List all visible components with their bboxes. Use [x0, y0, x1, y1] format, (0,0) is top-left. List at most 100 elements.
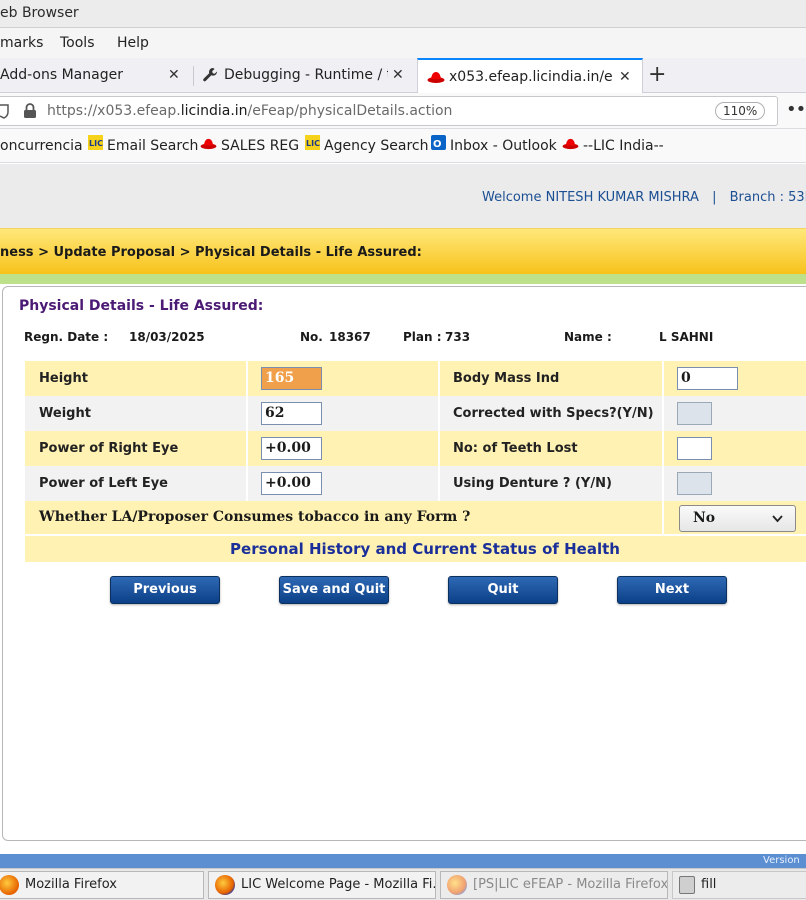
taskbar-label: fill	[701, 877, 717, 892]
form-row-tobacco: Whether LA/Proposer Consumes tobacco in …	[25, 501, 806, 534]
form-row-left-eye: Power of Left Eye +0.00 Using Denture ? …	[25, 466, 806, 501]
weight-input[interactable]: 62	[261, 402, 322, 425]
plan-value: 733	[445, 330, 471, 344]
tobacco-label: Whether LA/Proposer Consumes tobacco in …	[39, 509, 471, 525]
bookmark-concurrencia[interactable]: oncurrencia	[0, 129, 83, 163]
physical-details-panel: Physical Details - Life Assured: Regn. D…	[2, 286, 806, 841]
url-path: /eFeap/physicalDetails.action	[247, 103, 453, 119]
denture-label: Using Denture ? (Y/N)	[453, 476, 612, 491]
window-title-bar: eb Browser	[0, 0, 806, 28]
column-divider	[246, 466, 248, 501]
bookmark-label: Email Search	[107, 138, 199, 154]
bookmark-lic-india[interactable]: --LIC India--	[562, 129, 664, 163]
column-divider	[662, 466, 664, 501]
column-divider	[438, 466, 440, 501]
right-eye-label: Power of Right Eye	[39, 441, 179, 456]
page-content: Welcome NITESH KUMAR MISHRA | Branch : 5…	[0, 164, 806, 854]
form-row-height: Height 165 Body Mass Ind 0	[25, 361, 806, 396]
bookmark-inbox-outlook[interactable]: O Inbox - Outlook	[431, 129, 557, 163]
left-eye-input[interactable]: +0.00	[261, 472, 322, 495]
breadcrumb-band: ness > Update Proposal > Physical Detail…	[0, 228, 806, 274]
menu-bookmarks[interactable]: marks	[0, 28, 43, 58]
save-and-quit-button[interactable]: Save and Quit	[279, 576, 389, 604]
next-button[interactable]: Next	[617, 576, 727, 604]
url-prefix: https://x053.efeap.	[47, 103, 181, 119]
quit-button[interactable]: Quit	[448, 576, 558, 604]
taskbar-item-fill[interactable]: fill	[672, 871, 806, 899]
taskbar-item-lic-welcome[interactable]: LIC Welcome Page - Mozilla Fi...	[208, 871, 436, 899]
close-icon[interactable]: ✕	[168, 58, 180, 92]
taskbar-label: [PS|LIC eFEAP - Mozilla Firefox]	[473, 877, 668, 892]
menu-help[interactable]: Help	[117, 28, 149, 58]
plan-label: Plan :	[403, 330, 442, 344]
close-icon[interactable]: ✕	[392, 58, 404, 92]
new-tab-button[interactable]: +	[648, 58, 666, 91]
bookmark-label: Agency Search	[324, 138, 429, 154]
tab-label: Add-ons Manager	[0, 67, 123, 83]
header-separator: |	[712, 190, 717, 205]
form-row-weight: Weight 62 Corrected with Specs?(Y/N)	[25, 396, 806, 431]
firefox-icon	[0, 874, 19, 895]
column-divider	[246, 361, 248, 396]
svg-text:LIC: LIC	[89, 139, 103, 148]
bookmarks-toolbar: oncurrencia LIC Email Search SALES REG LI…	[0, 129, 806, 163]
taskbar-item-mozilla-firefox[interactable]: Mozilla Firefox	[0, 871, 204, 899]
proposal-no-value: 18367	[329, 330, 371, 344]
taskbar-item-lic-efeap[interactable]: [PS|LIC eFEAP - Mozilla Firefox]	[440, 871, 668, 899]
tab-addons-manager[interactable]: Add-ons Manager ✕	[0, 58, 192, 93]
denture-input[interactable]	[677, 472, 712, 495]
firefox-icon	[447, 874, 467, 895]
weight-label: Weight	[39, 406, 91, 421]
bookmark-label: --LIC India--	[583, 138, 664, 154]
column-divider	[438, 361, 440, 396]
more-options-icon[interactable]: •••	[786, 93, 806, 127]
chevron-down-icon	[772, 506, 783, 531]
name-label: Name :	[564, 330, 612, 344]
teeth-lost-input[interactable]	[677, 437, 712, 460]
welcome-text: Welcome NITESH KUMAR MISHRA	[482, 190, 699, 205]
bmi-input[interactable]: 0	[677, 367, 738, 390]
regn-date-label: Regn. Date :	[24, 330, 109, 344]
tab-debugging[interactable]: Debugging - Runtime / th ✕	[194, 58, 416, 93]
bookmark-agency-search[interactable]: LIC Agency Search	[305, 129, 428, 163]
bookmark-sales-reg[interactable]: SALES REG	[200, 129, 299, 163]
regn-date-value: 18/03/2025	[129, 330, 205, 344]
bookmark-label: oncurrencia	[0, 138, 83, 154]
taskbar-label: LIC Welcome Page - Mozilla Fi...	[241, 877, 436, 892]
right-eye-input[interactable]: +0.00	[261, 437, 322, 460]
tab-label: x053.efeap.licindia.in/eFe	[449, 69, 614, 85]
tobacco-select-value: No	[693, 510, 716, 526]
document-icon	[679, 875, 695, 894]
tab-efeap-active[interactable]: x053.efeap.licindia.in/eFe ✕	[417, 58, 643, 94]
svg-text:LIC: LIC	[306, 139, 320, 148]
menu-tools[interactable]: Tools	[60, 28, 95, 58]
outlook-icon: O	[431, 129, 446, 163]
teeth-lost-label: No: of Teeth Lost	[453, 441, 578, 456]
bookmark-email-search[interactable]: LIC Email Search	[88, 129, 198, 163]
lock-icon[interactable]	[23, 103, 37, 123]
specs-input[interactable]	[677, 402, 712, 425]
column-divider	[662, 361, 664, 396]
url-bar[interactable]: https://x053.efeap.licindia.in/eFeap/phy…	[0, 96, 778, 126]
tab-strip: Add-ons Manager ✕ Debugging - Runtime / …	[0, 58, 806, 94]
specs-label: Corrected with Specs?(Y/N)	[453, 406, 654, 421]
section-header-row: Personal History and Current Status of H…	[25, 536, 806, 562]
redhat-icon	[200, 129, 217, 163]
column-divider	[662, 431, 664, 466]
left-eye-label: Power of Left Eye	[39, 476, 169, 491]
column-divider	[662, 501, 664, 534]
previous-button[interactable]: Previous	[110, 576, 220, 604]
nav-bar: https://x053.efeap.licindia.in/eFeap/phy…	[0, 93, 806, 129]
bookmark-label: Inbox - Outlook	[450, 138, 557, 154]
url-text[interactable]: https://x053.efeap.licindia.in/eFeap/phy…	[47, 97, 452, 125]
breadcrumb: ness > Update Proposal > Physical Detail…	[0, 245, 422, 260]
tobacco-select[interactable]: No	[679, 505, 796, 532]
taskbar: Mozilla Firefox LIC Welcome Page - Mozil…	[0, 868, 806, 900]
column-divider	[662, 396, 664, 431]
shield-icon[interactable]	[0, 103, 9, 123]
zoom-indicator[interactable]: 110%	[715, 102, 766, 120]
close-icon[interactable]: ✕	[619, 60, 631, 94]
tab-label: Debugging - Runtime / th	[224, 67, 388, 83]
taskbar-label: Mozilla Firefox	[25, 877, 117, 892]
height-input[interactable]: 165	[261, 367, 322, 390]
